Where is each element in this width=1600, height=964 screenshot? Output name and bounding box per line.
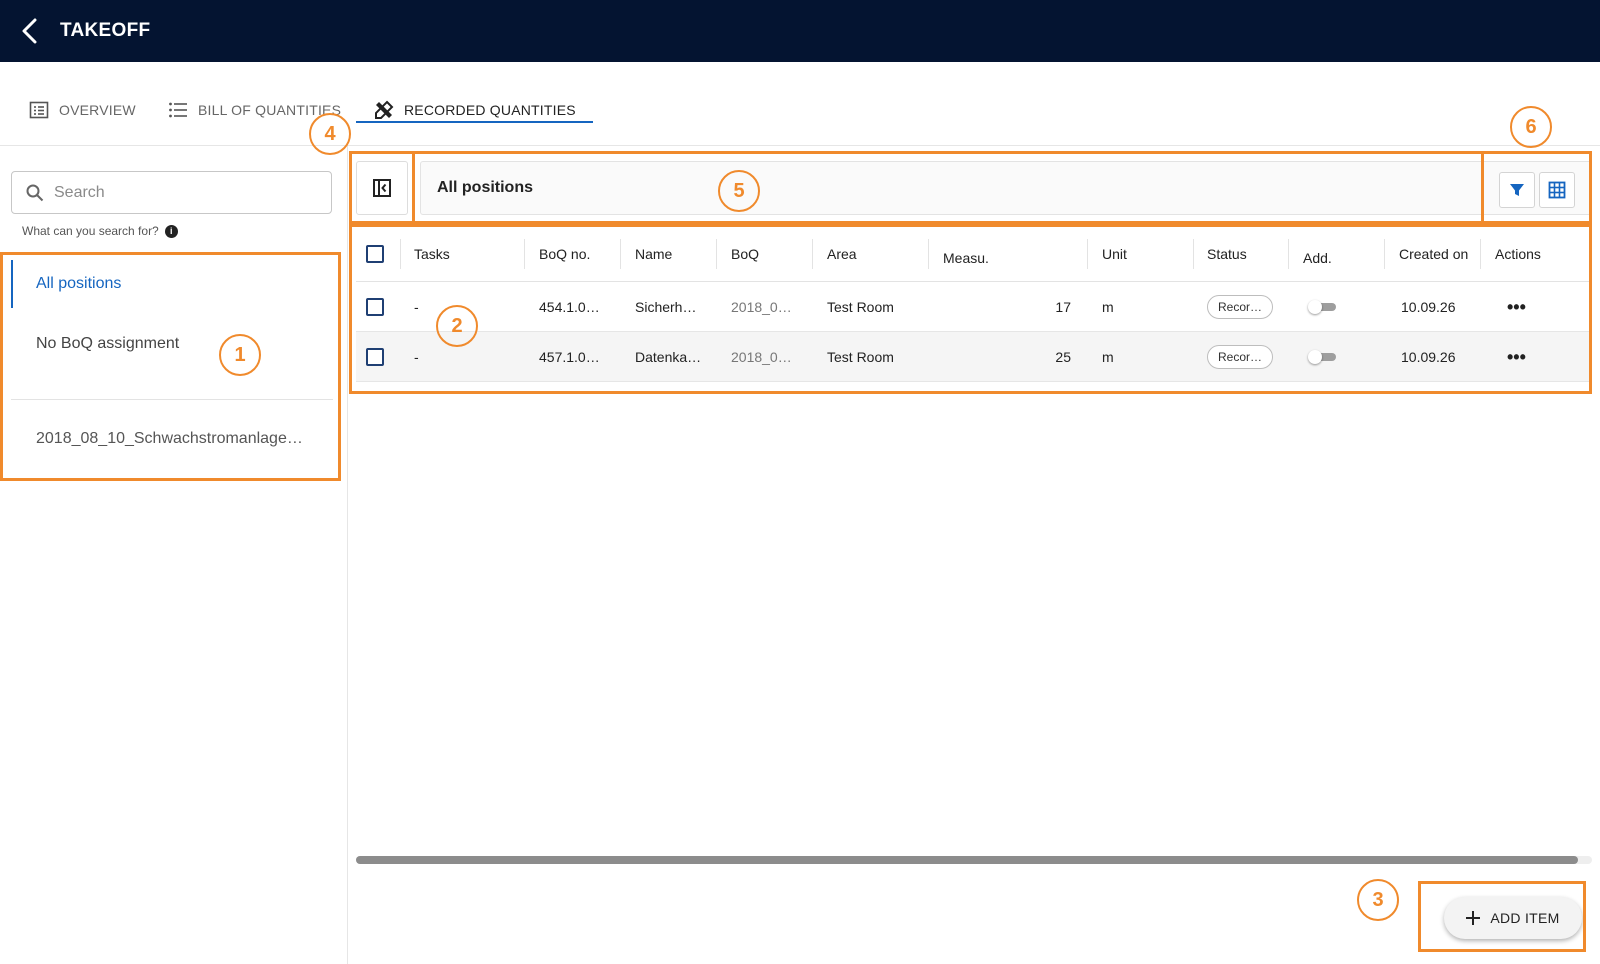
annotation-marker: 1 <box>219 334 261 376</box>
annotation-box <box>1481 151 1592 224</box>
list-box-icon <box>29 101 49 119</box>
chevron-left-icon <box>22 18 37 44</box>
annotation-box <box>349 151 1592 224</box>
annotation-marker: 6 <box>1510 106 1552 148</box>
search-icon <box>26 184 44 201</box>
search-field[interactable] <box>11 171 332 214</box>
search-input[interactable] <box>54 183 304 202</box>
tab-recorded-quantities[interactable]: RECORDED QUANTITIES <box>358 90 592 130</box>
app-title: TAKEOFF <box>60 20 151 41</box>
tab-label: OVERVIEW <box>59 102 136 118</box>
scrollbar-thumb[interactable] <box>356 856 1578 864</box>
search-hint: What can you search for? i <box>22 224 178 238</box>
annotation-box <box>0 252 341 481</box>
annotation-marker: 3 <box>1357 879 1399 921</box>
annotation-box <box>1418 881 1586 952</box>
back-button[interactable] <box>8 9 52 53</box>
annotation-marker: 4 <box>309 113 351 155</box>
tab-bar: OVERVIEW BILL OF QUANTITIES RECORDED QUA… <box>0 62 1600 146</box>
ruler-pencil-icon <box>375 100 394 119</box>
annotation-box <box>349 224 1592 394</box>
annotation-marker: 2 <box>436 305 478 347</box>
annotation-marker: 5 <box>718 170 760 212</box>
horizontal-scrollbar[interactable] <box>356 856 1592 864</box>
tab-label: RECORDED QUANTITIES <box>404 102 576 118</box>
active-tab-indicator <box>356 121 593 123</box>
search-hint-text: What can you search for? <box>22 224 159 238</box>
info-icon[interactable]: i <box>164 224 178 238</box>
bulleted-list-icon <box>169 102 187 118</box>
app-header: TAKEOFF <box>0 0 1600 62</box>
tab-overview[interactable]: OVERVIEW <box>13 90 152 130</box>
